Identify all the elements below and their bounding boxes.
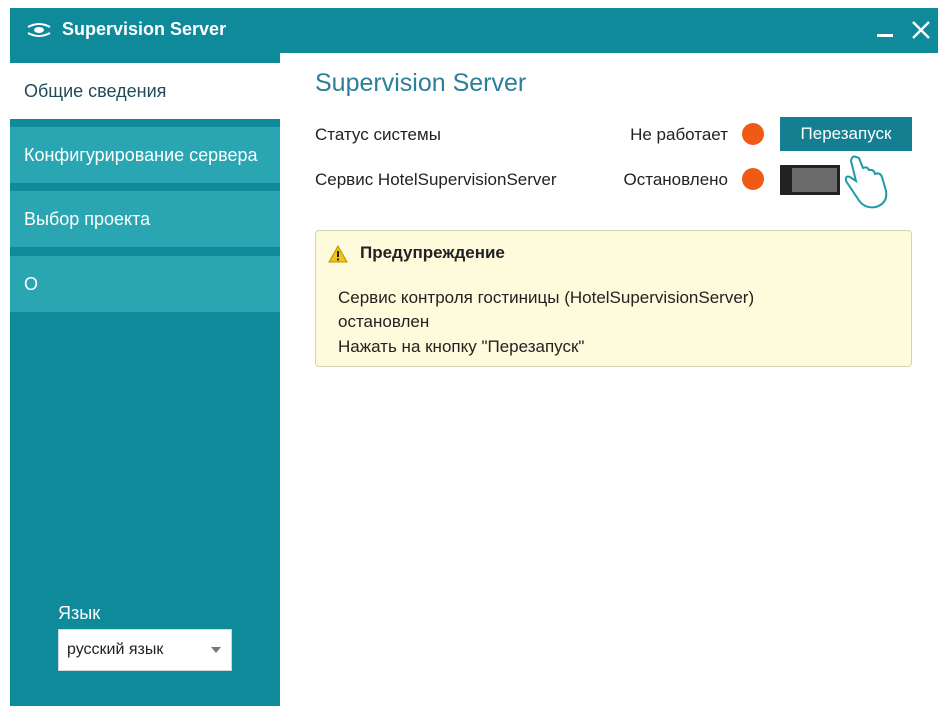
sidebar-item-label: Конфигурирование сервера xyxy=(24,144,258,165)
sidebar-item-label: Общие сведения xyxy=(24,80,167,101)
close-icon[interactable] xyxy=(904,14,938,46)
sidebar-item-project-select[interactable]: Выбор проекта xyxy=(10,191,280,247)
warning-box: Предупреждение Сервис контроля гостиницы… xyxy=(315,230,912,367)
system-status-label: Статус системы xyxy=(315,125,441,144)
service-toggle[interactable] xyxy=(780,165,840,195)
title-bar: Supervision Server xyxy=(10,8,938,53)
service-status-label: Сервис HotelSupervisionServer xyxy=(315,170,557,189)
warning-line: остановлен xyxy=(338,312,430,331)
language-value: русский язык xyxy=(67,641,164,658)
service-status-indicator xyxy=(742,168,764,190)
app-window: Supervision Server Общие сведения Конфиг… xyxy=(10,8,938,706)
app-logo-icon xyxy=(27,23,51,37)
warning-line: Сервис контроля гостиницы (HotelSupervis… xyxy=(338,288,755,307)
sidebar-item-label: Выбор проекта xyxy=(24,208,151,229)
service-status-value: Остановлено xyxy=(623,170,728,189)
language-select[interactable]: русский язык xyxy=(58,629,232,671)
warning-icon xyxy=(328,245,348,263)
sidebar-item-about[interactable]: О xyxy=(10,256,280,312)
warning-line: Нажать на кнопку "Перезапуск" xyxy=(338,337,585,356)
toggle-knob xyxy=(792,168,837,192)
system-status-indicator xyxy=(742,123,764,145)
main-panel: Supervision Server Статус системы Не раб… xyxy=(280,53,938,706)
sidebar-item-label: О xyxy=(24,273,39,294)
minimize-icon[interactable] xyxy=(868,14,902,46)
restart-button[interactable]: Перезапуск xyxy=(780,117,912,151)
window-title: Supervision Server xyxy=(62,19,227,39)
chevron-down-icon xyxy=(211,647,221,653)
pointer-hand-icon xyxy=(844,155,888,209)
sidebar-item-server-config[interactable]: Конфигурирование сервера xyxy=(10,127,280,183)
warning-title: Предупреждение xyxy=(360,243,505,262)
system-status-value: Не работает xyxy=(630,125,728,144)
page-title: Supervision Server xyxy=(315,69,527,97)
language-label: Язык xyxy=(58,603,101,623)
sidebar-item-overview[interactable]: Общие сведения xyxy=(10,63,280,119)
sidebar: Общие сведения Конфигурирование сервера … xyxy=(10,53,280,706)
